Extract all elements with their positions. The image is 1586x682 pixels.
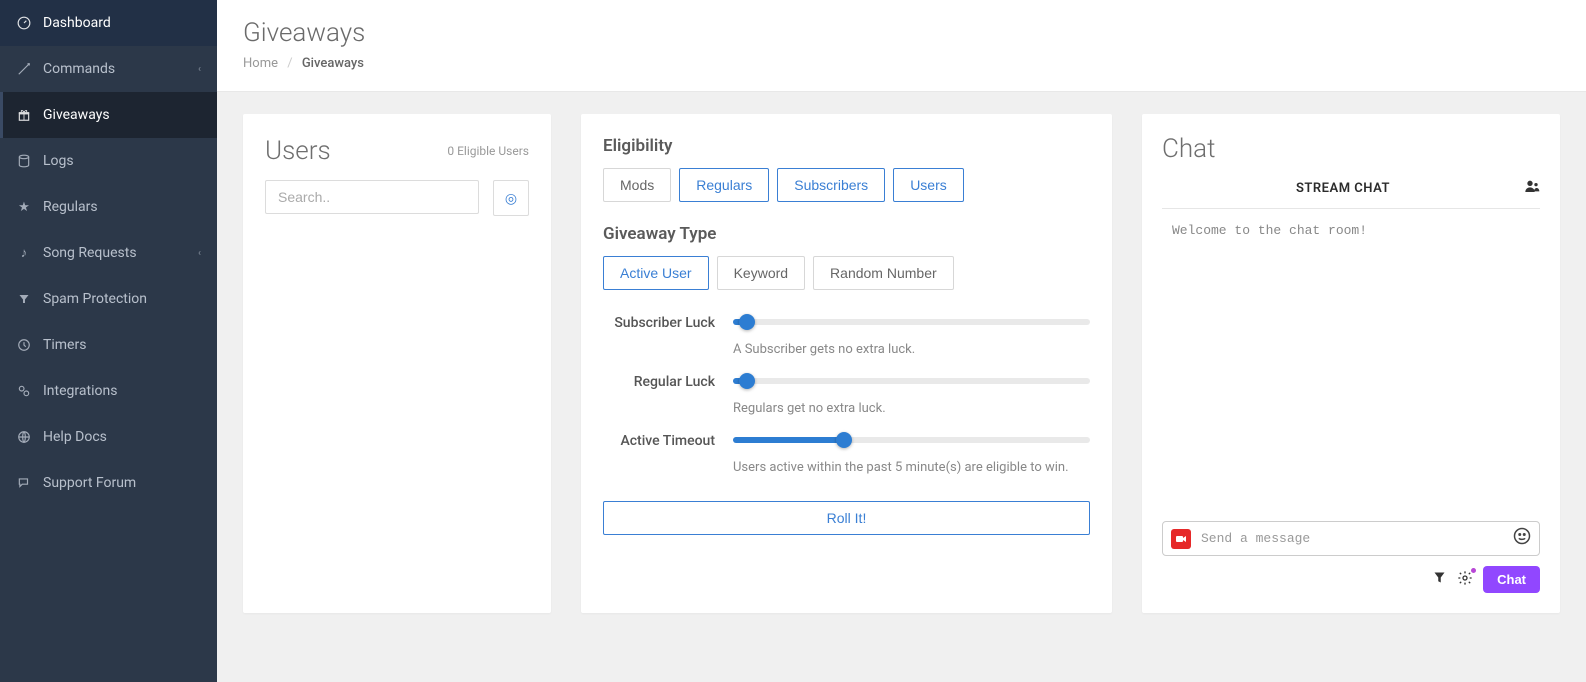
music-icon: ♪ bbox=[16, 245, 32, 261]
active-timeout-label: Active Timeout bbox=[603, 430, 733, 475]
breadcrumb-home[interactable]: Home bbox=[243, 56, 278, 71]
sliders-section: Subscriber Luck A Subscriber gets no ext… bbox=[603, 312, 1090, 475]
subscriber-luck-row: Subscriber Luck A Subscriber gets no ext… bbox=[603, 312, 1090, 357]
main-content: Giveaways Home / Giveaways Users 0 Eligi… bbox=[217, 0, 1586, 682]
giveaway-config-panel: Eligibility Mods Regulars Subscribers Us… bbox=[581, 114, 1112, 613]
sidebar-item-label: Timers bbox=[43, 337, 201, 353]
sidebar-item-regulars[interactable]: ★ Regulars bbox=[0, 184, 217, 230]
magic-icon bbox=[16, 61, 32, 77]
sidebar-item-label: Help Docs bbox=[43, 429, 201, 445]
sidebar-item-commands[interactable]: Commands ‹ bbox=[0, 46, 217, 92]
eligibility-regulars-button[interactable]: Regulars bbox=[679, 168, 769, 202]
eligibility-users-button[interactable]: Users bbox=[893, 168, 964, 202]
chat-messages: Welcome to the chat room! bbox=[1162, 221, 1540, 521]
eligibility-mods-button[interactable]: Mods bbox=[603, 168, 671, 202]
sidebar-item-timers[interactable]: Timers bbox=[0, 322, 217, 368]
dashboard-icon bbox=[16, 15, 32, 31]
subscriber-luck-slider[interactable] bbox=[733, 312, 1090, 332]
active-timeout-slider[interactable] bbox=[733, 430, 1090, 450]
clock-icon bbox=[16, 337, 32, 353]
active-timeout-row: Active Timeout Users active within the p… bbox=[603, 430, 1090, 475]
users-panel: Users 0 Eligible Users ◎ bbox=[243, 114, 551, 613]
chat-header-title: STREAM CHAT bbox=[1162, 181, 1524, 196]
gift-icon bbox=[16, 107, 32, 123]
users-search-input[interactable] bbox=[265, 180, 479, 214]
eligibility-title: Eligibility bbox=[603, 136, 1090, 156]
sidebar-item-label: Logs bbox=[43, 153, 201, 169]
chat-userlist-icon[interactable] bbox=[1524, 178, 1540, 198]
filter-icon bbox=[16, 291, 32, 307]
sidebar-item-label: Commands bbox=[43, 61, 198, 77]
chevron-left-icon: ‹ bbox=[198, 64, 201, 75]
active-timeout-help: Users active within the past 5 minute(s)… bbox=[733, 460, 1090, 475]
subscriber-luck-label: Subscriber Luck bbox=[603, 312, 733, 357]
sidebar-item-spam-protection[interactable]: Spam Protection bbox=[0, 276, 217, 322]
chevron-left-icon: ‹ bbox=[198, 248, 201, 259]
sidebar-item-label: Regulars bbox=[43, 199, 201, 215]
sidebar-item-label: Song Requests bbox=[43, 245, 198, 261]
page-header: Giveaways Home / Giveaways bbox=[217, 0, 1586, 92]
giveaway-type-section: Giveaway Type Active User Keyword Random… bbox=[603, 224, 1090, 290]
chat-filter-icon[interactable] bbox=[1432, 570, 1447, 589]
subscriber-luck-help: A Subscriber gets no extra luck. bbox=[733, 342, 1090, 357]
regular-luck-slider[interactable] bbox=[733, 371, 1090, 391]
sidebar-item-integrations[interactable]: Integrations bbox=[0, 368, 217, 414]
regular-luck-row: Regular Luck Regulars get no extra luck. bbox=[603, 371, 1090, 416]
chat-panel-title: Chat bbox=[1162, 134, 1540, 164]
chat-welcome-message: Welcome to the chat room! bbox=[1172, 223, 1530, 238]
target-icon: ◎ bbox=[505, 190, 517, 207]
sidebar-item-song-requests[interactable]: ♪ Song Requests ‹ bbox=[0, 230, 217, 276]
database-icon bbox=[16, 153, 32, 169]
chat-header: STREAM CHAT bbox=[1162, 178, 1540, 209]
content-row: Users 0 Eligible Users ◎ Eligibility Mod… bbox=[217, 92, 1586, 635]
sidebar-item-support-forum[interactable]: Support Forum bbox=[0, 460, 217, 506]
breadcrumb: Home / Giveaways bbox=[243, 56, 1560, 71]
chat-icon bbox=[16, 475, 32, 491]
chat-input-row bbox=[1162, 521, 1540, 556]
sidebar-item-logs[interactable]: Logs bbox=[0, 138, 217, 184]
sidebar-item-giveaways[interactable]: Giveaways bbox=[0, 92, 217, 138]
chat-panel: Chat STREAM CHAT Welcome to the chat roo… bbox=[1142, 114, 1560, 613]
emoji-picker-icon[interactable] bbox=[1513, 527, 1531, 550]
camera-icon[interactable] bbox=[1171, 529, 1191, 549]
roll-it-button[interactable]: Roll It! bbox=[603, 501, 1090, 535]
eligible-users-count: 0 Eligible Users bbox=[447, 144, 529, 158]
cogs-icon bbox=[16, 383, 32, 399]
giveaway-type-title: Giveaway Type bbox=[603, 224, 1090, 244]
eligibility-subscribers-button[interactable]: Subscribers bbox=[777, 168, 885, 202]
chat-send-button[interactable]: Chat bbox=[1483, 566, 1540, 593]
sidebar-item-label: Giveaways bbox=[43, 107, 201, 123]
users-panel-title: Users bbox=[265, 136, 331, 166]
chat-settings-icon[interactable] bbox=[1457, 570, 1473, 590]
type-keyword-button[interactable]: Keyword bbox=[717, 256, 805, 290]
sidebar: Dashboard Commands ‹ Giveaways Logs ★ Re… bbox=[0, 0, 217, 682]
chat-footer: Chat bbox=[1162, 566, 1540, 593]
eligibility-section: Eligibility Mods Regulars Subscribers Us… bbox=[603, 136, 1090, 202]
notification-dot-icon bbox=[1470, 567, 1477, 574]
type-active-user-button[interactable]: Active User bbox=[603, 256, 709, 290]
type-random-number-button[interactable]: Random Number bbox=[813, 256, 954, 290]
sidebar-item-label: Spam Protection bbox=[43, 291, 201, 307]
sidebar-item-help-docs[interactable]: Help Docs bbox=[0, 414, 217, 460]
sidebar-item-label: Support Forum bbox=[43, 475, 201, 491]
breadcrumb-separator: / bbox=[287, 56, 292, 71]
sidebar-item-dashboard[interactable]: Dashboard bbox=[0, 0, 217, 46]
breadcrumb-current: Giveaways bbox=[302, 56, 364, 71]
star-icon: ★ bbox=[16, 199, 32, 215]
sidebar-item-label: Integrations bbox=[43, 383, 201, 399]
regular-luck-label: Regular Luck bbox=[603, 371, 733, 416]
sidebar-item-label: Dashboard bbox=[43, 15, 201, 31]
refresh-users-button[interactable]: ◎ bbox=[493, 180, 529, 216]
globe-icon bbox=[16, 429, 32, 445]
regular-luck-help: Regulars get no extra luck. bbox=[733, 401, 1090, 416]
chat-message-input[interactable] bbox=[1201, 531, 1503, 546]
page-title: Giveaways bbox=[243, 18, 1560, 48]
